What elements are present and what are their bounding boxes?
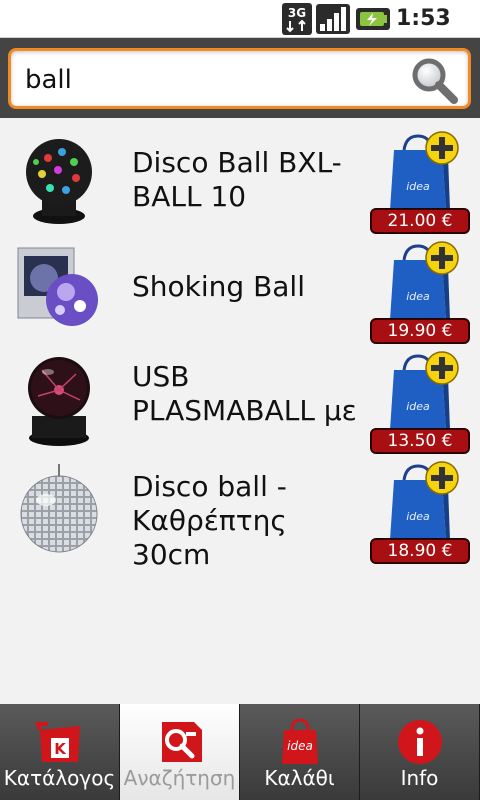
- product-title[interactable]: Disco Ball BXL-BALL 10: [132, 146, 364, 214]
- mirror-ball-image: [20, 464, 98, 553]
- tab-catalog[interactable]: K Κατάλογος: [0, 704, 120, 800]
- price-badge: 19.90 €: [370, 318, 470, 344]
- price-badge: 21.00 €: [370, 208, 470, 234]
- tab-label: Αναζήτηση: [123, 766, 236, 790]
- tab-label: Info: [400, 766, 439, 790]
- product-title[interactable]: USB PLASMABALL με: [132, 360, 364, 428]
- search-header: ball: [0, 38, 480, 118]
- shopping-bag-plus-icon[interactable]: idea: [388, 348, 460, 432]
- svg-text:K: K: [54, 740, 67, 758]
- list-item[interactable]: USB PLASMABALL με idea 13.50 €: [0, 346, 480, 456]
- svg-text:idea: idea: [406, 510, 430, 523]
- 3g-network-icon: 3G: [282, 3, 312, 35]
- search-tab-icon: [162, 722, 202, 762]
- battery-charging-icon: [356, 8, 390, 30]
- plasma-ball-image: [28, 357, 90, 446]
- product-list[interactable]: Disco Ball BXL-BALL 10 idea 21.00 € Shok…: [0, 118, 480, 703]
- clock-time: 1:53: [396, 6, 451, 31]
- product-title[interactable]: Disco ball - Καθρέπτης 30cm: [132, 470, 364, 572]
- svg-text:idea: idea: [406, 180, 430, 193]
- svg-text:3G: 3G: [288, 6, 306, 20]
- list-item[interactable]: Shoking Ball idea 19.90 €: [0, 236, 480, 346]
- tab-label: Καλάθι: [264, 766, 335, 790]
- product-title[interactable]: Shoking Ball: [132, 270, 364, 304]
- price-badge: 18.90 €: [370, 538, 470, 564]
- tab-cart[interactable]: idea Καλάθι: [240, 704, 360, 800]
- shopping-bag-plus-icon[interactable]: idea: [388, 128, 460, 212]
- svg-text:idea: idea: [406, 400, 430, 413]
- catalog-icon: K: [35, 722, 80, 762]
- status-bar: 3G 1:53 PM: [0, 0, 480, 54]
- bottom-tab-bar: K Κατάλογος Αναζήτηση idea Καλάθι Info: [0, 704, 480, 800]
- cart-bag-icon: idea: [282, 718, 318, 764]
- shopping-bag-plus-icon[interactable]: idea: [388, 238, 460, 322]
- tab-label: Κατάλογος: [3, 766, 116, 790]
- svg-text:idea: idea: [287, 739, 313, 753]
- svg-text:idea: idea: [406, 290, 430, 303]
- shopping-bag-plus-icon[interactable]: idea: [388, 458, 460, 542]
- search-icon[interactable]: [408, 55, 460, 107]
- price-badge: 13.50 €: [370, 428, 470, 454]
- signal-strength-icon: [316, 4, 350, 34]
- search-input[interactable]: ball: [8, 48, 471, 109]
- search-query-text[interactable]: ball: [25, 65, 72, 95]
- tab-info[interactable]: Info: [360, 704, 480, 800]
- shoking-ball-image: [17, 247, 98, 326]
- info-icon: [398, 720, 442, 764]
- list-item[interactable]: Disco Ball BXL-BALL 10 idea 21.00 €: [0, 126, 480, 236]
- tab-search[interactable]: Αναζήτηση: [120, 704, 240, 800]
- disco-ball-light-image: [26, 139, 92, 224]
- list-item[interactable]: Disco ball - Καθρέπτης 30cm idea 18.90 €: [0, 456, 480, 571]
